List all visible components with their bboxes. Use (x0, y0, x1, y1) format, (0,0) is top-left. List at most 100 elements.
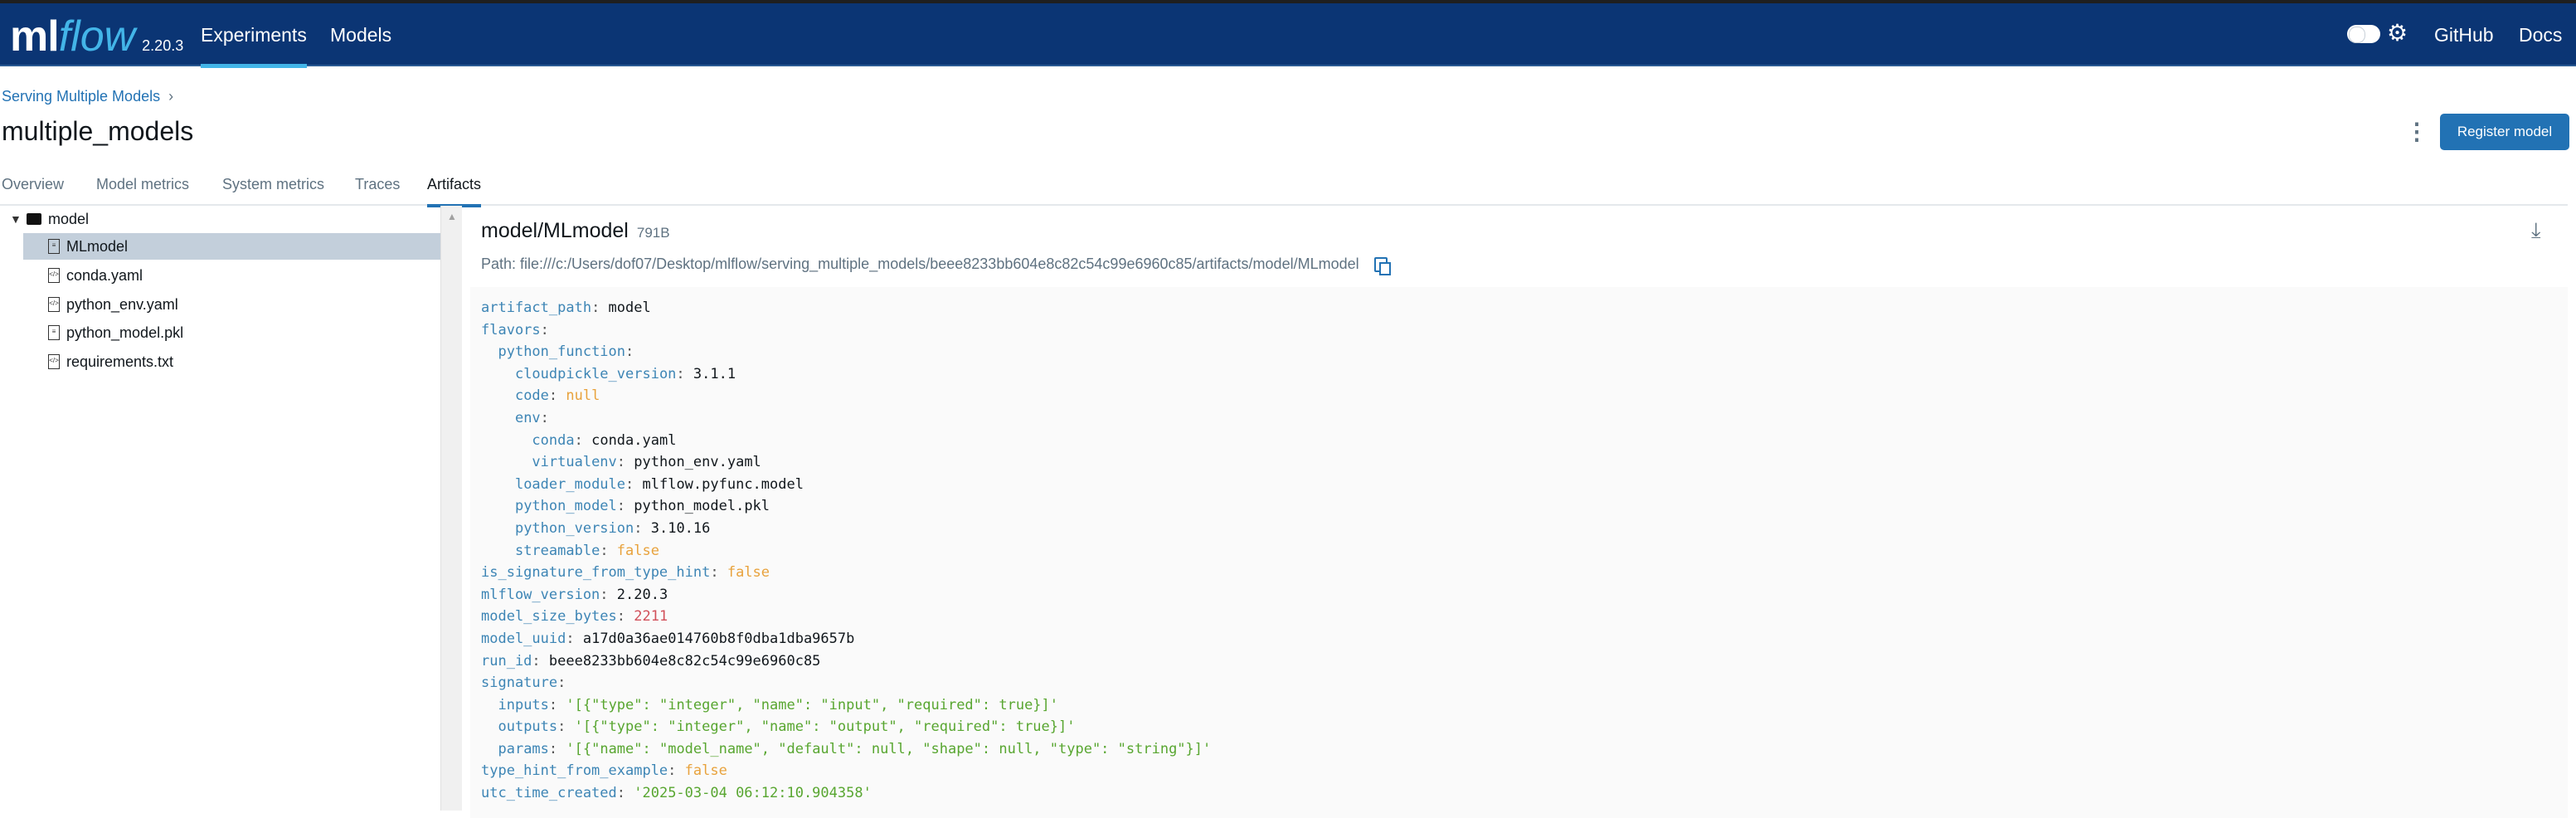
file-name: model/MLmodel (481, 219, 629, 242)
yaml-key: params (498, 740, 549, 757)
logo-flow: flow (58, 12, 136, 61)
code-line: artifact_path: model (481, 299, 651, 316)
register-model-button[interactable]: Register model (2440, 114, 2569, 150)
yaml-key: inputs (498, 696, 549, 713)
yaml-key: python_function (498, 343, 626, 361)
code-line: params: '[{"name": "model_name", "defaul… (498, 740, 1212, 757)
tab-system-metrics[interactable]: System metrics (222, 176, 324, 206)
scroll-up-icon[interactable]: ▲ (447, 211, 457, 222)
code-line: python_function: (498, 343, 634, 361)
code-line: mlflow_version: 2.20.3 (481, 586, 668, 603)
yaml-key: python_version (514, 519, 634, 537)
gear-icon[interactable]: ⚙ (2387, 18, 2408, 48)
nav-github[interactable]: GitHub (2434, 3, 2494, 66)
yaml-value: beee8233bb604e8c82c54c99e6960c85 (548, 652, 821, 669)
code-line: inputs: '[{"type": "integer", "name": "i… (498, 696, 1059, 713)
chevron-right-icon: › (168, 88, 174, 105)
yaml-value: mlflow.pyfunc.model (642, 475, 804, 493)
nav-experiments[interactable]: Experiments (201, 3, 307, 68)
tree-folder-model[interactable]: ▼ model (10, 206, 89, 232)
yaml-value: 2211 (634, 608, 668, 626)
file-label: python_env.yaml (66, 296, 178, 313)
yaml-key: run_id (481, 652, 532, 669)
tab-model-metrics[interactable]: Model metrics (96, 176, 189, 206)
code-line: flavors: (481, 321, 549, 338)
yaml-value: 2.20.3 (616, 586, 668, 603)
code-line: utc_time_created: '2025-03-04 06:12:10.9… (481, 785, 872, 802)
yaml-key: is_signature_from_type_hint (481, 564, 711, 582)
caret-down-icon[interactable]: ▼ (10, 206, 27, 232)
code-line: outputs: '[{"type": "integer", "name": "… (498, 718, 1076, 736)
mlflow-logo[interactable]: ml flow 2.20.3 (10, 10, 183, 60)
code-line: env: (514, 409, 549, 426)
version-label: 2.20.3 (142, 37, 184, 54)
yaml-value: python_env.yaml (634, 454, 761, 471)
download-icon[interactable]: ⤓ (2531, 217, 2541, 244)
yaml-value: null (566, 387, 600, 405)
yaml-key: python_model (514, 498, 617, 515)
file-label: conda.yaml (66, 267, 143, 284)
yaml-key: virtualenv (532, 454, 617, 471)
tree-file-python-env-yaml[interactable]: </> python_env.yaml (48, 291, 178, 318)
yaml-value: false (684, 762, 727, 780)
yaml-key: signature (481, 674, 558, 692)
yaml-value: '[{"name": "model_name", "default": null… (566, 740, 1212, 757)
more-options-icon[interactable]: ⋮ (2405, 119, 2428, 146)
yaml-key: cloudpickle_version (514, 365, 677, 382)
code-line: cloudpickle_version: 3.1.1 (514, 365, 736, 382)
yaml-value: false (727, 564, 770, 582)
file-title: model/MLmodel 791B (481, 219, 670, 243)
logo-ml: ml (10, 12, 60, 61)
yaml-key: artifact_path (481, 299, 592, 316)
yaml-key: conda (532, 431, 575, 449)
yaml-value: '2025-03-04 06:12:10.904358' (634, 785, 872, 802)
code-line: code: null (514, 387, 600, 405)
code-line: model_size_bytes: 2211 (481, 608, 668, 626)
artifact-viewer: model/MLmodel 791B Path: file:///c:/Users… (462, 206, 2576, 818)
code-line: signature: (481, 674, 566, 692)
tree-file-requirements-txt[interactable]: </> requirements.txt (48, 348, 173, 375)
tree-file-python-model-pkl[interactable]: ≡ python_model.pkl (48, 319, 183, 346)
code-line: python_version: 3.10.16 (514, 519, 711, 537)
breadcrumb: Serving Multiple Models › (2, 88, 173, 105)
file-text-icon: ≡ (48, 239, 60, 254)
run-tabs: Overview Model metrics System metrics Tr… (0, 173, 2568, 207)
yaml-value: model (608, 299, 651, 316)
yaml-value: conda.yaml (591, 431, 677, 449)
tree-file-mlmodel[interactable]: ≡ MLmodel (23, 233, 440, 260)
tree-file-conda-yaml[interactable]: </> conda.yaml (48, 262, 143, 289)
yaml-key: model_uuid (481, 630, 566, 647)
yaml-value: python_model.pkl (634, 498, 770, 515)
copy-icon[interactable] (1373, 256, 1391, 275)
file-text-icon: ≡ (48, 325, 60, 340)
file-content-code: artifact_path: model flavors: python_func… (470, 287, 2568, 818)
artifact-tree: ▼ model ≡ MLmodel </> conda.yaml </> python_… (0, 206, 440, 811)
yaml-value: 3.1.1 (693, 365, 736, 382)
tab-overview[interactable]: Overview (2, 176, 64, 206)
yaml-value: 3.10.16 (650, 519, 711, 537)
code-line: is_signature_from_type_hint: false (481, 564, 770, 582)
file-label: requirements.txt (66, 353, 174, 370)
yaml-key: env (514, 409, 541, 426)
breadcrumb-link[interactable]: Serving Multiple Models (2, 88, 160, 105)
yaml-key: code (514, 387, 549, 405)
yaml-value: a17d0a36ae014760b8f0dba1dba9657b (582, 630, 855, 647)
tab-artifacts[interactable]: Artifacts (427, 176, 482, 207)
code-line: virtualenv: python_env.yaml (532, 454, 761, 471)
nav-docs[interactable]: Docs (2519, 3, 2562, 66)
yaml-value: false (616, 542, 659, 559)
code-line: conda: conda.yaml (532, 431, 677, 449)
file-label: MLmodel (66, 238, 129, 255)
yaml-value: '[{"type": "integer", "name": "input", "… (566, 696, 1059, 713)
file-path: Path: file:///c:/Users/dof07/Desktop/mlf… (481, 256, 1391, 275)
code-line: type_hint_from_example: false (481, 762, 727, 780)
tree-scrollbar[interactable]: ▲ (440, 206, 462, 811)
nav-models[interactable]: Models (330, 3, 391, 66)
code-line: python_model: python_model.pkl (514, 498, 770, 515)
yaml-value: '[{"type": "integer", "name": "output", … (574, 718, 1076, 736)
dark-mode-toggle[interactable] (2347, 25, 2380, 43)
top-nav-bar: ml flow 2.20.3 Experiments Models ⚙ GitHub… (0, 3, 2576, 68)
yaml-key: streamable (514, 542, 600, 559)
tab-traces[interactable]: Traces (355, 176, 400, 206)
yaml-key: loader_module (514, 475, 626, 493)
